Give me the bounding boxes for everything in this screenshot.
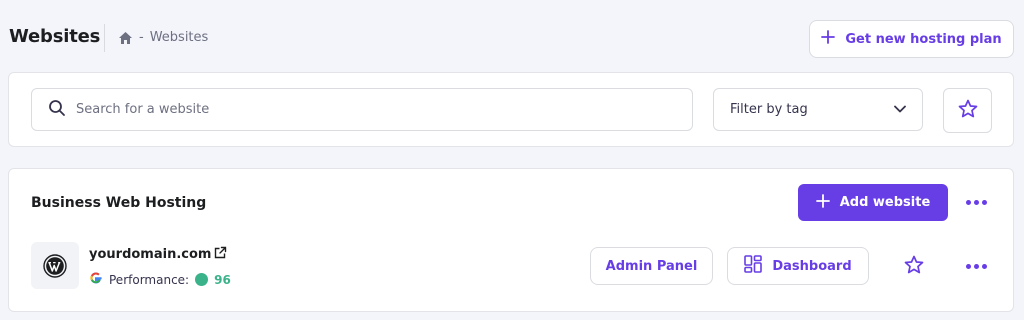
filter-by-tag-label: Filter by tag [730, 102, 808, 117]
more-dots-icon[interactable] [966, 256, 987, 276]
plus-icon [821, 30, 836, 48]
search-filter-card: Filter by tag [8, 72, 1014, 147]
get-new-hosting-plan-label: Get new hosting plan [845, 31, 1002, 47]
performance-label: Performance: [109, 272, 190, 287]
plus-icon [815, 193, 830, 212]
dashboard-button[interactable]: Dashboard [727, 247, 869, 285]
websites-page: Websites - Websites Get new hosting plan… [0, 0, 1024, 320]
performance-indicator: Performance: 96 [89, 271, 231, 288]
hosting-plan-card: Business Web Hosting Add website yourdom… [8, 168, 1014, 312]
home-icon[interactable] [118, 31, 133, 45]
add-website-button[interactable]: Add website [798, 184, 948, 221]
breadcrumb-separator: - [139, 30, 144, 45]
favorite-star-icon[interactable] [904, 255, 924, 278]
search-box[interactable] [31, 88, 693, 131]
dashboard-icon [744, 255, 763, 277]
external-link-icon [214, 246, 227, 263]
google-icon [89, 271, 103, 288]
add-website-label: Add website [839, 195, 931, 210]
site-domain-link[interactable]: yourdomain.com [89, 246, 227, 263]
site-domain: yourdomain.com [89, 247, 212, 262]
breadcrumb: - Websites [118, 30, 208, 45]
performance-status-dot [195, 273, 209, 286]
breadcrumb-current: Websites [149, 30, 209, 45]
page-title: Websites [9, 26, 101, 47]
chevron-down-icon [894, 102, 906, 117]
admin-panel-button[interactable]: Admin Panel [590, 247, 713, 285]
header-divider [104, 24, 105, 52]
favorites-filter-button[interactable] [943, 88, 992, 133]
search-icon [48, 99, 66, 121]
performance-score: 96 [214, 272, 231, 287]
admin-panel-label: Admin Panel [605, 258, 698, 274]
wordpress-icon [31, 242, 79, 289]
filter-by-tag-select[interactable]: Filter by tag [713, 88, 923, 131]
hosting-plan-title: Business Web Hosting [31, 195, 207, 211]
dashboard-label: Dashboard [772, 258, 852, 274]
more-dots-icon[interactable] [966, 192, 987, 212]
star-icon [958, 99, 978, 122]
search-input[interactable] [76, 102, 636, 117]
get-new-hosting-plan-button[interactable]: Get new hosting plan [809, 20, 1014, 58]
